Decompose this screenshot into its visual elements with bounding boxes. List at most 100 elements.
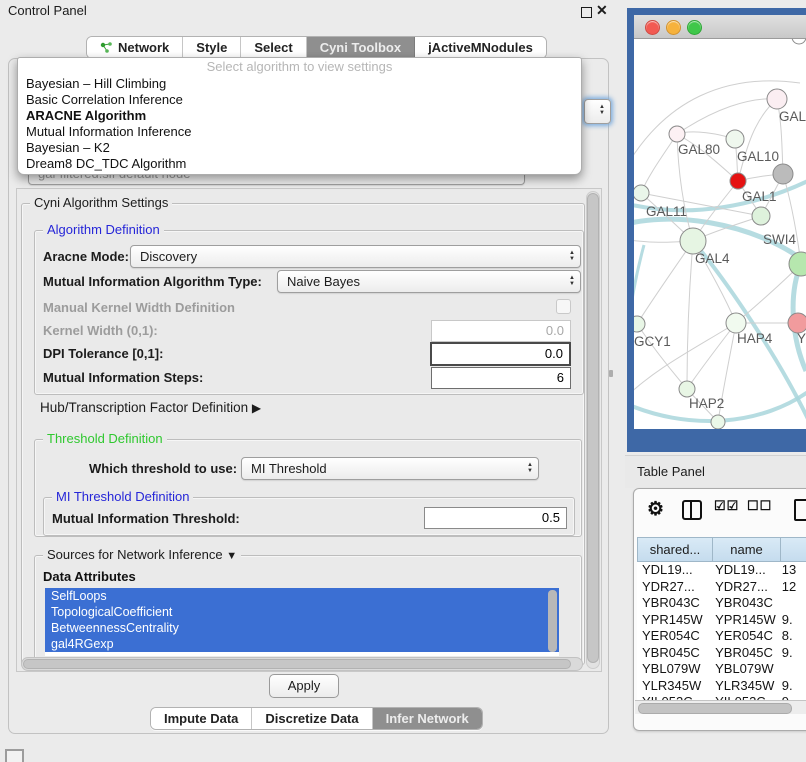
mi-steps-field[interactable]: 6 [431, 367, 571, 389]
node-gray[interactable] [773, 164, 793, 184]
spinner-down-icon: ▼ [569, 281, 575, 287]
network-edge[interactable] [637, 241, 693, 324]
tab-cyni-toolbox[interactable]: Cyni Toolbox [307, 37, 415, 58]
algorithm-option-mutual-information-inference[interactable]: Mutual Information Inference [18, 124, 581, 140]
network-icon [100, 41, 113, 54]
node-gal11[interactable] [634, 185, 649, 201]
close-button[interactable]: ✕ [596, 2, 608, 19]
node-label-hap4: HAP4 [737, 331, 773, 346]
table-cell: YBR045C [710, 645, 777, 662]
float-button[interactable] [581, 7, 592, 18]
zoom-traffic-button[interactable] [687, 20, 702, 35]
algorithm-option-aracne-algorithm[interactable]: ARACNE Algorithm [18, 108, 581, 124]
node-salmon[interactable] [788, 313, 806, 333]
data-attributes-list[interactable]: SelfLoopsTopologicalCoefficientBetweenne… [45, 588, 559, 656]
attribute-item-gal4rgexp[interactable]: gal4RGexp [45, 636, 559, 652]
node-top[interactable] [792, 39, 806, 44]
node-label-swi4: SWI4 [763, 232, 796, 247]
collapse-arrow-icon[interactable]: ▼ [226, 550, 237, 562]
attribute-item-betweennesscentrality[interactable]: BetweennessCentrality [45, 620, 559, 636]
splitpane-handle[interactable] [609, 370, 613, 377]
column-header-shared-[interactable]: shared... [637, 537, 713, 562]
table-panel-window: ⚙ ☑☑ ☐☐ shared...nameA YDL19...YDL19...1… [633, 488, 806, 731]
select-all-icon[interactable]: ☑☑ [714, 498, 739, 514]
tab-discretize-data[interactable]: Discretize Data [252, 708, 372, 729]
settings-vscrollbar-thumb[interactable] [587, 193, 599, 663]
table-cell: 9. [777, 678, 806, 695]
which-threshold-value: MI Threshold [251, 461, 327, 476]
column-header-name[interactable]: name [713, 537, 781, 562]
new-table-icon[interactable] [794, 499, 806, 521]
tab-label: Network [118, 40, 169, 55]
network-edge[interactable] [634, 245, 644, 374]
network-edge[interactable] [641, 134, 677, 193]
dpi-tolerance-field[interactable]: 0.0 [430, 342, 571, 366]
network-edge[interactable] [693, 241, 806, 419]
node-red[interactable] [730, 173, 746, 189]
inference-algorithm-combo-end[interactable]: ▲ ▼ [584, 99, 611, 124]
node-gal10[interactable] [726, 130, 744, 148]
algorithm-option-bayesian-hill-climbing[interactable]: Bayesian – Hill Climbing [18, 76, 581, 92]
tab-jactivemnodules[interactable]: jActiveMNodules [415, 37, 546, 58]
table-body[interactable]: YDL19...YDL19...13YDR27...YDR27...12YBR0… [637, 562, 806, 700]
table-cell: YPR145W [710, 612, 777, 629]
table-hscrollbar-thumb[interactable] [638, 703, 792, 714]
table-cell: YDR27... [637, 579, 710, 596]
network-view-window: GALGAL80GAL10GAL1GAL11SWI4GAL4GCY1HAP4YH… [627, 8, 806, 452]
tab-style[interactable]: Style [183, 37, 241, 58]
table-row[interactable]: YBL079WYBL079W [637, 661, 806, 678]
settings-hscrollbar-thumb[interactable] [23, 659, 571, 669]
aracne-mode-combo[interactable]: Discovery ▲▼ [130, 245, 581, 268]
node-label-hap2: HAP2 [689, 396, 724, 411]
attribute-item-selfloops[interactable]: SelfLoops [45, 588, 559, 604]
apply-button[interactable]: Apply [269, 674, 339, 698]
table-row[interactable]: YER054CYER054C8. [637, 628, 806, 645]
tab-infer-network[interactable]: Infer Network [373, 708, 482, 729]
table-row[interactable]: YDR27...YDR27...12 [637, 579, 806, 596]
table-row[interactable]: YBR045CYBR045C9. [637, 645, 806, 662]
hub-definition-toggle[interactable]: Hub/Transcription Factor Definition ▶ [40, 400, 261, 415]
close-traffic-button[interactable] [645, 20, 660, 35]
table-cell: YDR27... [710, 579, 777, 596]
table-row[interactable]: YLR345WYLR345W9. [637, 678, 806, 695]
table-row[interactable]: YBR043CYBR043C [637, 595, 806, 612]
node-gal80[interactable] [669, 126, 685, 142]
node-big-green[interactable] [789, 252, 806, 276]
network-canvas[interactable]: GALGAL80GAL10GAL1GAL11SWI4GAL4GCY1HAP4YH… [634, 39, 806, 429]
minimized-panel-icon[interactable] [5, 749, 24, 762]
table-row[interactable]: YDL19...YDL19...13 [637, 562, 806, 579]
network-edge[interactable] [687, 323, 736, 389]
tab-select[interactable]: Select [241, 37, 306, 58]
algorithm-option-basic-correlation-inference[interactable]: Basic Correlation Inference [18, 92, 581, 108]
tab-impute-data[interactable]: Impute Data [151, 708, 252, 729]
which-threshold-combo[interactable]: MI Threshold ▲▼ [241, 457, 539, 480]
node-hap2[interactable] [679, 381, 695, 397]
attribute-item-topologicalcoefficient[interactable]: TopologicalCoefficient [45, 604, 559, 620]
minimize-traffic-button[interactable] [666, 20, 681, 35]
network-edge[interactable] [687, 241, 693, 389]
expand-arrow-icon[interactable]: ▶ [252, 401, 261, 415]
split-columns-icon[interactable] [682, 500, 702, 520]
table-cell: 9. [777, 612, 806, 629]
table-cell: YPR145W [637, 612, 710, 629]
node-bottom[interactable] [711, 415, 725, 429]
column-header-a[interactable]: A [781, 537, 806, 562]
node-pink-top[interactable] [767, 89, 787, 109]
table-cell: YLR345W [710, 678, 777, 695]
mi-type-combo[interactable]: Naive Bayes ▲▼ [277, 270, 581, 293]
kernel-width-field[interactable]: 0.0 [431, 320, 571, 342]
node-gcy1[interactable] [634, 316, 645, 332]
attributes-scrollbar-thumb[interactable] [548, 590, 557, 652]
table-row[interactable]: YPR145WYPR145W9. [637, 612, 806, 629]
mi-threshold-field[interactable]: 0.5 [424, 507, 567, 529]
node-hap4[interactable] [726, 313, 746, 333]
settings-vscrollbar-track [586, 191, 600, 669]
node-mid-green[interactable] [752, 207, 770, 225]
algorithm-option-dream8-dc-tdc-algorithm[interactable]: Dream8 DC_TDC Algorithm [18, 156, 581, 172]
gear-icon[interactable]: ⚙ [647, 498, 664, 521]
algorithm-option-bayesian-k2[interactable]: Bayesian – K2 [18, 140, 581, 156]
manual-kernel-checkbox[interactable] [556, 299, 571, 314]
tab-network[interactable]: Network [87, 37, 183, 58]
node-label-gal1: GAL1 [742, 189, 777, 204]
deselect-all-icon[interactable]: ☐☐ [747, 498, 772, 514]
